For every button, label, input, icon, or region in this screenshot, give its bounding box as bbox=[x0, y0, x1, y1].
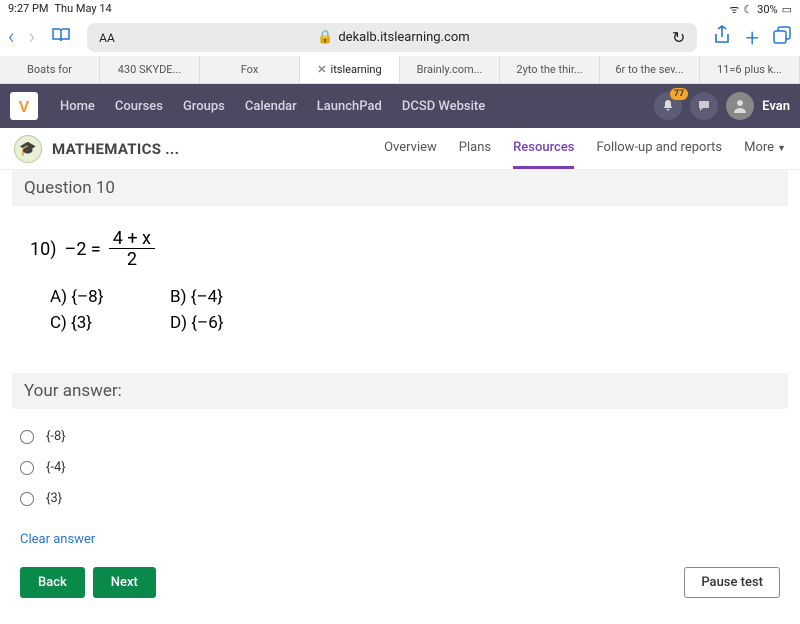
course-sub-nav: 🎓 MATHEMATICS ... Overview Plans Resources… bbox=[0, 128, 800, 170]
share-icon[interactable] bbox=[713, 25, 731, 50]
choice-c: C) {3} bbox=[50, 313, 170, 333]
choice-b: B) {–4} bbox=[170, 287, 290, 307]
browser-tab[interactable]: ✕itslearning bbox=[300, 56, 400, 83]
nav-dcsd website[interactable]: DCSD Website bbox=[392, 99, 495, 114]
lock-icon: 🔒 bbox=[317, 30, 333, 45]
tab-strip: Boats for430 SKYDE...Fox✕itslearningBrai… bbox=[0, 56, 800, 84]
browser-tab[interactable]: Fox bbox=[200, 56, 300, 83]
next-button[interactable]: Next bbox=[93, 567, 156, 598]
numerator: 4 + x bbox=[109, 230, 155, 249]
subtab-overview[interactable]: Overview bbox=[384, 129, 437, 169]
course-icon: 🎓 bbox=[14, 135, 42, 163]
forward-button[interactable]: › bbox=[29, 25, 36, 50]
equation-lhs: –2 = bbox=[65, 239, 101, 260]
tabs-icon[interactable] bbox=[773, 26, 792, 50]
nav-groups[interactable]: Groups bbox=[173, 99, 235, 114]
denominator: 2 bbox=[127, 249, 137, 269]
answer-option[interactable]: {-8} bbox=[20, 421, 780, 452]
question-body: 10) –2 = 4 + x 2 A) {–8} B) {–4} C) {3} … bbox=[12, 206, 788, 373]
subtab-follow-up[interactable]: Follow-up and reports bbox=[596, 129, 722, 169]
browser-tab[interactable]: Brainly.com... bbox=[400, 56, 500, 83]
browser-tab[interactable]: 11=6 plus k... bbox=[700, 56, 800, 83]
browser-tab[interactable]: 2yto the thir... bbox=[500, 56, 600, 83]
answer-header: Your answer: bbox=[12, 373, 788, 409]
option-label: {-4} bbox=[46, 460, 66, 475]
pause-test-button[interactable]: Pause test bbox=[684, 567, 780, 598]
nav-launchpad[interactable]: LaunchPad bbox=[307, 99, 392, 114]
notifications-button[interactable]: 77 bbox=[654, 92, 682, 120]
question-number: 10) bbox=[30, 239, 57, 260]
nav-home[interactable]: Home bbox=[50, 99, 105, 114]
subtab-resources[interactable]: Resources bbox=[513, 129, 574, 169]
moon-icon: ☾ bbox=[743, 3, 753, 16]
nav-calendar[interactable]: Calendar bbox=[235, 99, 307, 114]
browser-tab[interactable]: 430 SKYDE... bbox=[100, 56, 200, 83]
url-bar[interactable]: AA 🔒 dekalb.itslearning.com ↻ bbox=[87, 23, 697, 52]
option-label: {3} bbox=[46, 491, 62, 506]
chevron-down-icon: ▼ bbox=[777, 144, 786, 154]
answer-option[interactable]: {-4} bbox=[20, 452, 780, 483]
text-size-button[interactable]: AA bbox=[99, 31, 115, 45]
user-avatar[interactable] bbox=[726, 92, 754, 120]
notification-badge: 77 bbox=[670, 88, 688, 100]
fraction: 4 + x 2 bbox=[109, 230, 155, 269]
ios-status-bar: 9:27 PM Thu May 14 ᯤ ☾ 30% ▭ bbox=[0, 0, 800, 19]
subtab-more[interactable]: More▼ bbox=[744, 129, 786, 169]
messages-button[interactable] bbox=[690, 92, 718, 120]
close-tab-icon[interactable]: ✕ bbox=[317, 63, 326, 76]
clear-answer-link[interactable]: Clear answer bbox=[12, 526, 788, 553]
battery-pct: 30% bbox=[757, 3, 777, 16]
url-text: dekalb.itslearning.com bbox=[338, 30, 469, 45]
course-title[interactable]: MATHEMATICS ... bbox=[52, 140, 179, 158]
subtab-plans[interactable]: Plans bbox=[459, 129, 491, 169]
answer-option[interactable]: {3} bbox=[20, 483, 780, 514]
choice-a: A) {–8} bbox=[50, 287, 170, 307]
app-logo[interactable]: V bbox=[10, 92, 38, 120]
option-label: {-8} bbox=[46, 429, 66, 444]
question-header: Question 10 bbox=[12, 170, 788, 206]
back-button-test[interactable]: Back bbox=[20, 567, 85, 598]
bookmarks-icon[interactable] bbox=[51, 27, 71, 48]
app-main-nav: V HomeCoursesGroupsCalendarLaunchPadDCSD… bbox=[0, 84, 800, 128]
safari-toolbar: ‹ › AA 🔒 dekalb.itslearning.com ↻ + bbox=[0, 19, 800, 56]
battery-icon: ▭ bbox=[782, 3, 792, 16]
wifi-icon: ᯤ bbox=[729, 2, 739, 17]
status-date: Thu May 14 bbox=[54, 2, 111, 17]
browser-tab[interactable]: Boats for bbox=[0, 56, 100, 83]
user-name[interactable]: Evan bbox=[762, 99, 790, 114]
back-button[interactable]: ‹ bbox=[8, 25, 15, 50]
status-time: 9:27 PM bbox=[8, 2, 48, 17]
reload-button[interactable]: ↻ bbox=[672, 28, 685, 47]
browser-tab[interactable]: 6r to the sev... bbox=[600, 56, 700, 83]
nav-courses[interactable]: Courses bbox=[105, 99, 173, 114]
answer-radio[interactable] bbox=[20, 492, 34, 506]
choice-d: D) {–6} bbox=[170, 313, 290, 333]
answer-radio[interactable] bbox=[20, 430, 34, 444]
answer-radio[interactable] bbox=[20, 461, 34, 475]
new-tab-icon[interactable]: + bbox=[745, 24, 759, 52]
